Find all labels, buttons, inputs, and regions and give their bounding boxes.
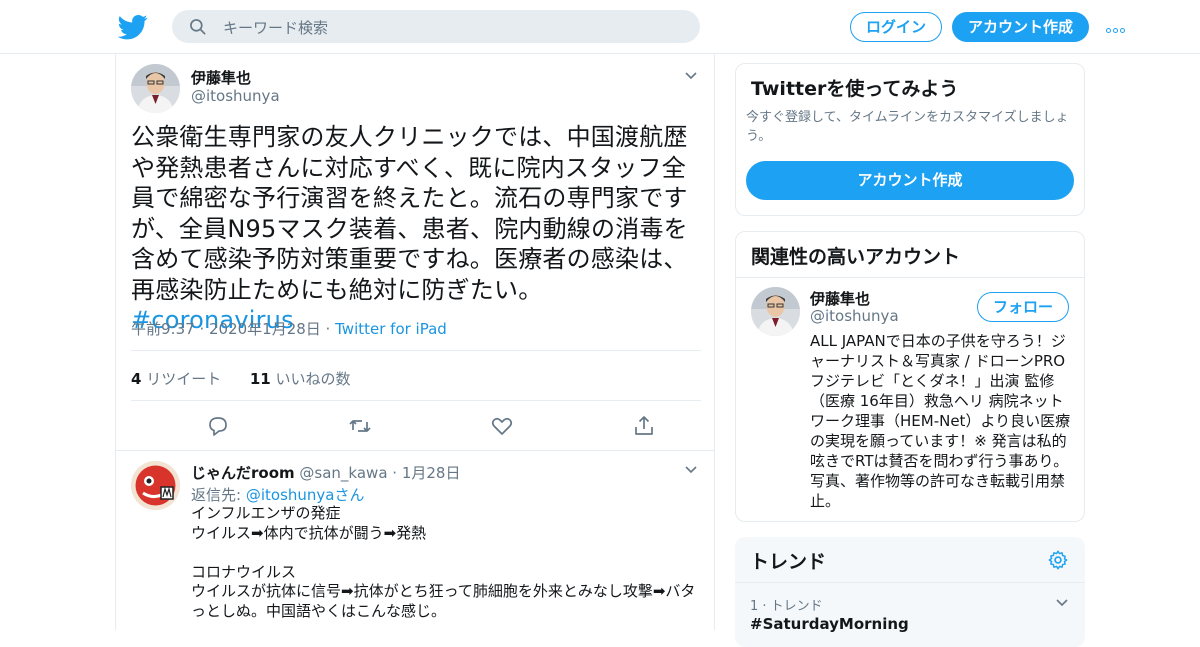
share-icon[interactable] [632, 414, 656, 438]
retweet-icon[interactable] [348, 414, 372, 438]
reply-date[interactable]: · 1月28日 [392, 464, 460, 482]
author-avatar[interactable] [131, 64, 180, 113]
tweet-actions [131, 410, 701, 440]
signup-card-title: Twitterを使ってみよう [751, 78, 959, 100]
top-bar: キーワード検索 ログイン アカウント作成 [0, 0, 1200, 54]
chevron-down-icon[interactable] [684, 465, 698, 475]
search-bar[interactable]: キーワード検索 [172, 10, 700, 43]
signup-card-subtitle: 今すぐ登録して、タイムラインをカスタマイズしましょう。 [746, 110, 1069, 144]
author-handle[interactable]: @itoshunya [191, 87, 280, 105]
reply-author[interactable]: じゃんだroom @san_kawa · 1月28日 [191, 462, 460, 483]
login-button[interactable]: ログイン [850, 12, 942, 42]
follow-button[interactable]: フォロー [977, 292, 1069, 322]
reply-author-avatar[interactable] [131, 461, 180, 510]
trends-header: トレンド [735, 537, 1085, 583]
divider [131, 400, 701, 401]
author-name[interactable]: 伊藤隼也 [191, 67, 251, 88]
related-card-title: 関連性の高いアカウント [751, 246, 961, 268]
reply-author-name[interactable]: じゃんだroom [191, 464, 295, 482]
search-input[interactable]: キーワード検索 [223, 17, 328, 38]
related-account-avatar[interactable] [751, 287, 800, 336]
reply-tweet[interactable]: じゃんだroom @san_kawa · 1月28日 返信先: @itoshun… [116, 451, 714, 631]
signup-button[interactable]: アカウント作成 [952, 12, 1089, 42]
signup-card-button[interactable]: アカウント作成 [746, 161, 1074, 200]
divider [736, 277, 1084, 278]
trend-meta: 1 · トレンド [750, 599, 823, 614]
chevron-down-icon[interactable] [684, 71, 698, 81]
reply-to-handle[interactable]: @itoshunyaさん [246, 486, 365, 504]
tweet-text: 公衆衛生専門家の友人クリニックでは、中国渡航歴や発熱患者さんに対応すべく、既に院… [131, 122, 701, 336]
tweet-meta: 午前9:37 · 2020年1月28日 · Twitter for iPad [131, 318, 447, 339]
related-account-handle[interactable]: @itoshunya [810, 307, 899, 325]
gear-icon[interactable] [1047, 549, 1069, 571]
trends-title: トレンド [750, 551, 827, 573]
reply-author-handle[interactable]: @san_kawa [299, 464, 387, 482]
tweet-stats: 4 リツイート 11 いいねの数 [131, 368, 351, 389]
trends-card: トレンド 1 · トレンド #SaturdayMorning [735, 537, 1085, 647]
main-timeline: 伊藤隼也 @itoshunya 公衆衛生専門家の友人クリニックでは、中国渡航歴や… [115, 54, 715, 630]
divider [131, 350, 701, 351]
trend-tag[interactable]: #SaturdayMorning [750, 615, 909, 633]
more-options-icon[interactable] [1106, 18, 1132, 36]
related-account-bio: ALL JAPANで日本の子供を守ろう！ジャーナリスト＆写真家 / ドローンPR… [810, 332, 1071, 510]
related-account-name[interactable]: 伊藤隼也 [810, 288, 870, 309]
retweets-stat[interactable]: 4 リツイート [131, 370, 221, 388]
likes-stat[interactable]: 11 いいねの数 [250, 370, 351, 388]
tweet-body: 公衆衛生専門家の友人クリニックでは、中国渡航歴や発熱患者さんに対応すべく、既に院… [131, 123, 688, 304]
reply-icon[interactable] [206, 414, 230, 438]
twitter-logo-icon[interactable] [118, 12, 148, 42]
tweet-timestamp[interactable]: 午前9:37 · 2020年1月28日 · [131, 320, 330, 338]
signup-card: Twitterを使ってみよう 今すぐ登録して、タイムラインをカスタマイズしましょ… [735, 63, 1085, 216]
reply-to: 返信先: @itoshunyaさん [191, 486, 365, 504]
tweet-source[interactable]: Twitter for iPad [335, 320, 447, 338]
like-heart-icon[interactable] [490, 414, 514, 438]
chevron-down-icon[interactable] [1055, 598, 1069, 608]
related-accounts-card: 関連性の高いアカウント 伊藤隼也 @itoshunya フォロー ALL JAP… [735, 231, 1085, 522]
search-icon [190, 19, 206, 35]
reply-text: インフルエンザの発症 ウイルス➡体内で抗体が闘う➡発熱 コロナウイルス ウイルス… [191, 504, 696, 620]
